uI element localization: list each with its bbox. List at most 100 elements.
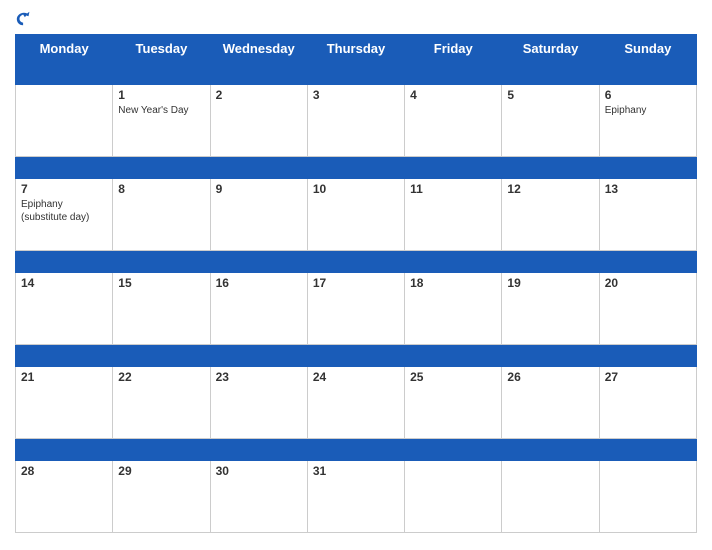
week-header-cell [210, 63, 307, 85]
day-number: 23 [216, 370, 302, 384]
calendar-cell: 31 [307, 461, 404, 533]
holiday-name: Epiphany (substitute day) [21, 198, 107, 224]
week-header-cell [210, 251, 307, 273]
week-header-cell [502, 439, 599, 461]
week-header-cell [16, 251, 113, 273]
week-header-cell [599, 63, 696, 85]
calendar-cell: 12 [502, 179, 599, 251]
day-number: 2 [216, 88, 302, 102]
day-number: 9 [216, 182, 302, 196]
calendar-cell: 1New Year's Day [113, 85, 210, 157]
col-header-thursday: Thursday [307, 35, 404, 63]
holiday-name: Epiphany [605, 104, 691, 117]
day-number: 12 [507, 182, 593, 196]
calendar-cell: 25 [405, 367, 502, 439]
calendar-cell: 9 [210, 179, 307, 251]
day-number: 13 [605, 182, 691, 196]
day-number: 6 [605, 88, 691, 102]
week-header-cell [502, 345, 599, 367]
week-header-row-5 [16, 439, 697, 461]
day-number: 26 [507, 370, 593, 384]
week-row-5: 28 29 30 31 [16, 461, 697, 533]
day-number: 27 [605, 370, 691, 384]
day-number: 18 [410, 276, 496, 290]
day-number: 24 [313, 370, 399, 384]
week-row-1: 1New Year's Day 23456 Epiphany [16, 85, 697, 157]
calendar-cell: 16 [210, 273, 307, 345]
day-number: 22 [118, 370, 204, 384]
calendar-table: MondayTuesdayWednesdayThursdayFridaySatu… [15, 34, 697, 533]
week-header-cell [210, 439, 307, 461]
week-header-cell [210, 345, 307, 367]
day-number: 7 [21, 182, 107, 196]
week-header-cell [405, 439, 502, 461]
day-number: 16 [216, 276, 302, 290]
week-row-2: 7Epiphany (substitute day)8910111213 [16, 179, 697, 251]
logo [15, 10, 35, 28]
page-header [15, 10, 697, 28]
week-header-cell [113, 63, 210, 85]
col-header-friday: Friday [405, 35, 502, 63]
week-header-row-1 [16, 63, 697, 85]
calendar-cell: 4 [405, 85, 502, 157]
week-header-row-4 [16, 345, 697, 367]
week-header-cell [307, 63, 404, 85]
calendar-cell: 18 [405, 273, 502, 345]
week-header-cell [405, 345, 502, 367]
logo-bird-icon [15, 10, 33, 28]
calendar-cell: 27 [599, 367, 696, 439]
week-header-cell [599, 345, 696, 367]
calendar-cell: 28 [16, 461, 113, 533]
day-number: 11 [410, 182, 496, 196]
day-number: 29 [118, 464, 204, 478]
calendar-cell: 20 [599, 273, 696, 345]
week-row-4: 21 22 23 24 25 26 27 [16, 367, 697, 439]
calendar-cell: 23 [210, 367, 307, 439]
week-header-cell [307, 251, 404, 273]
week-header-cell [210, 157, 307, 179]
week-header-cell [502, 63, 599, 85]
week-header-cell [405, 63, 502, 85]
week-header-cell [599, 439, 696, 461]
week-header-cell [307, 157, 404, 179]
holiday-name: New Year's Day [118, 104, 204, 117]
calendar-cell: 6 Epiphany [599, 85, 696, 157]
col-header-monday: Monday [16, 35, 113, 63]
col-header-tuesday: Tuesday [113, 35, 210, 63]
week-header-cell [113, 345, 210, 367]
day-number: 20 [605, 276, 691, 290]
calendar-cell: 7 Epiphany (substitute day) [16, 179, 113, 251]
day-number: 17 [313, 276, 399, 290]
day-number: 28 [21, 464, 107, 478]
calendar-cell [599, 461, 696, 533]
calendar-cell: 19 [502, 273, 599, 345]
calendar-cell: 11 [405, 179, 502, 251]
calendar-cell: 5 [502, 85, 599, 157]
calendar-cell: 15 [113, 273, 210, 345]
calendar-cell: 2 [210, 85, 307, 157]
calendar-cell: 30 [210, 461, 307, 533]
day-number: 4 [410, 88, 496, 102]
calendar-cell: 21 [16, 367, 113, 439]
calendar-cell: 17 [307, 273, 404, 345]
day-number: 21 [21, 370, 107, 384]
week-header-cell [405, 157, 502, 179]
calendar-cell [502, 461, 599, 533]
day-header-row: MondayTuesdayWednesdayThursdayFridaySatu… [16, 35, 697, 63]
week-header-cell [307, 439, 404, 461]
col-header-saturday: Saturday [502, 35, 599, 63]
col-header-sunday: Sunday [599, 35, 696, 63]
calendar-cell [16, 85, 113, 157]
calendar-cell: 3 [307, 85, 404, 157]
week-header-cell [16, 157, 113, 179]
week-header-cell [113, 251, 210, 273]
day-number: 14 [21, 276, 107, 290]
week-header-row-2 [16, 157, 697, 179]
day-number: 30 [216, 464, 302, 478]
calendar-cell: 8 [113, 179, 210, 251]
day-number: 3 [313, 88, 399, 102]
calendar-cell: 22 [113, 367, 210, 439]
week-header-cell [405, 251, 502, 273]
week-header-cell [502, 251, 599, 273]
logo-blue-text [15, 10, 35, 28]
